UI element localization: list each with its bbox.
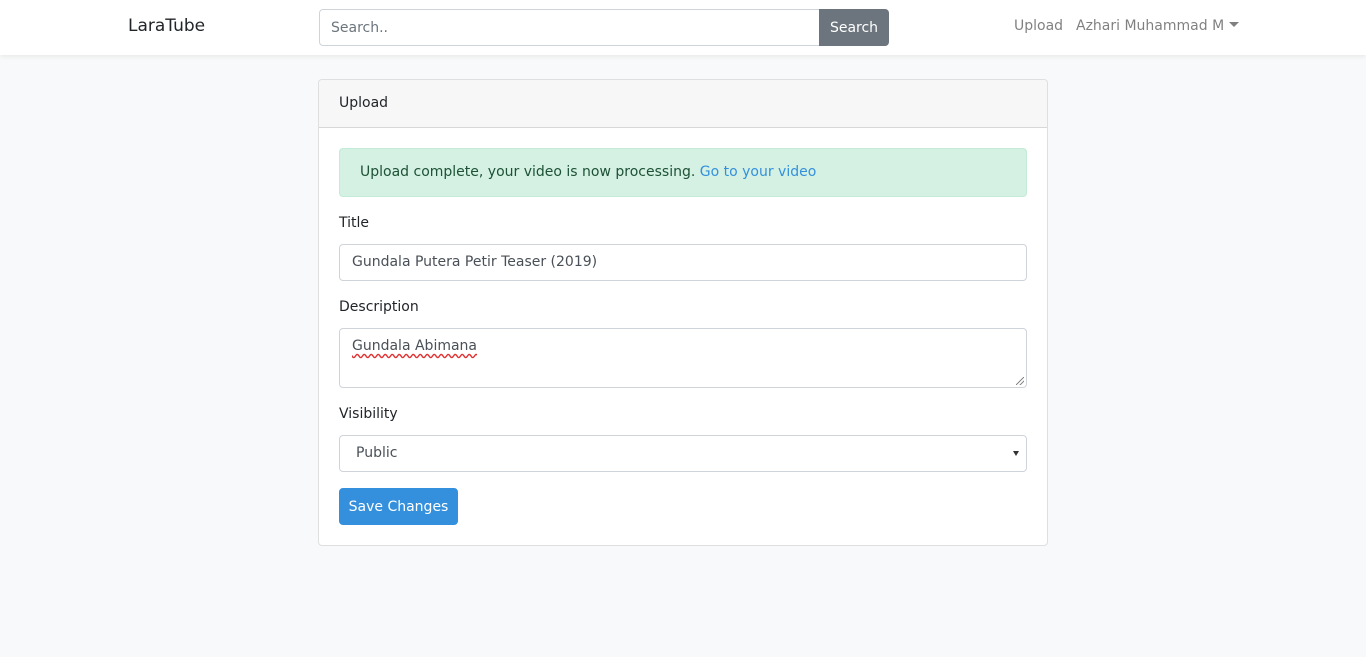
caret-down-icon xyxy=(1229,22,1240,27)
visibility-select[interactable]: Public xyxy=(339,435,1027,472)
user-name: Azhari Muhammad M xyxy=(1076,18,1225,34)
go-to-video-link[interactable]: Go to your video xyxy=(700,164,817,180)
chevron-down-icon xyxy=(1013,451,1019,456)
description-value: Gundala Abimana xyxy=(352,338,478,354)
upload-success-alert: Upload complete, your video is now proce… xyxy=(339,148,1027,197)
description-label: Description xyxy=(339,299,419,315)
visibility-label: Visibility xyxy=(339,406,398,422)
title-value: Gundala Putera Petir Teaser (2019) xyxy=(352,254,598,270)
save-changes-button[interactable]: Save Changes xyxy=(339,488,458,525)
top-navbar: LaraTube Search Upload Azhari Muhammad M xyxy=(0,0,1366,55)
card-header: Upload xyxy=(319,80,1047,128)
description-textarea[interactable]: Gundala Abimana xyxy=(339,328,1027,388)
title-label: Title xyxy=(339,215,370,231)
nav-upload-link[interactable]: Upload xyxy=(1014,18,1063,34)
visibility-value: Public xyxy=(356,445,398,461)
alert-message: Upload complete, your video is now proce… xyxy=(360,164,696,180)
title-input[interactable]: Gundala Putera Petir Teaser (2019) xyxy=(339,244,1027,281)
resize-grip-icon[interactable] xyxy=(1016,377,1024,385)
search-input[interactable] xyxy=(319,9,820,46)
user-dropdown[interactable]: Azhari Muhammad M xyxy=(1076,18,1240,34)
upload-card: Upload Upload complete, your video is no… xyxy=(318,79,1048,546)
search-button[interactable]: Search xyxy=(819,9,889,46)
brand-logo-link[interactable]: LaraTube xyxy=(128,16,205,36)
